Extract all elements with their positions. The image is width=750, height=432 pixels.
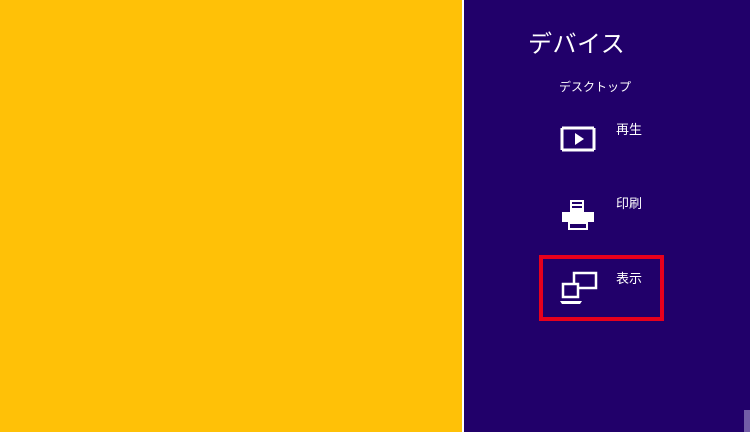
devices-charm-panel: デバイス デスクトップ 再生 印刷 表示: [464, 0, 750, 432]
panel-title: デバイス: [528, 30, 626, 58]
panel-subtitle: デスクトップ: [559, 80, 632, 94]
device-item-label: 印刷: [616, 197, 643, 212]
device-item-print[interactable]: 印刷: [540, 190, 750, 250]
scrollbar-hint[interactable]: [744, 410, 750, 432]
desktop-background[interactable]: [0, 0, 462, 432]
second-screen-icon: [558, 271, 598, 307]
printer-icon: [558, 196, 598, 232]
screen: デバイス デスクトップ 再生 印刷 表示: [0, 0, 750, 432]
device-item-play[interactable]: 再生: [540, 116, 750, 176]
play-to-icon: [558, 122, 598, 158]
device-item-project[interactable]: 表示: [540, 265, 750, 325]
device-item-label: 表示: [616, 272, 643, 287]
device-item-label: 再生: [616, 123, 643, 138]
